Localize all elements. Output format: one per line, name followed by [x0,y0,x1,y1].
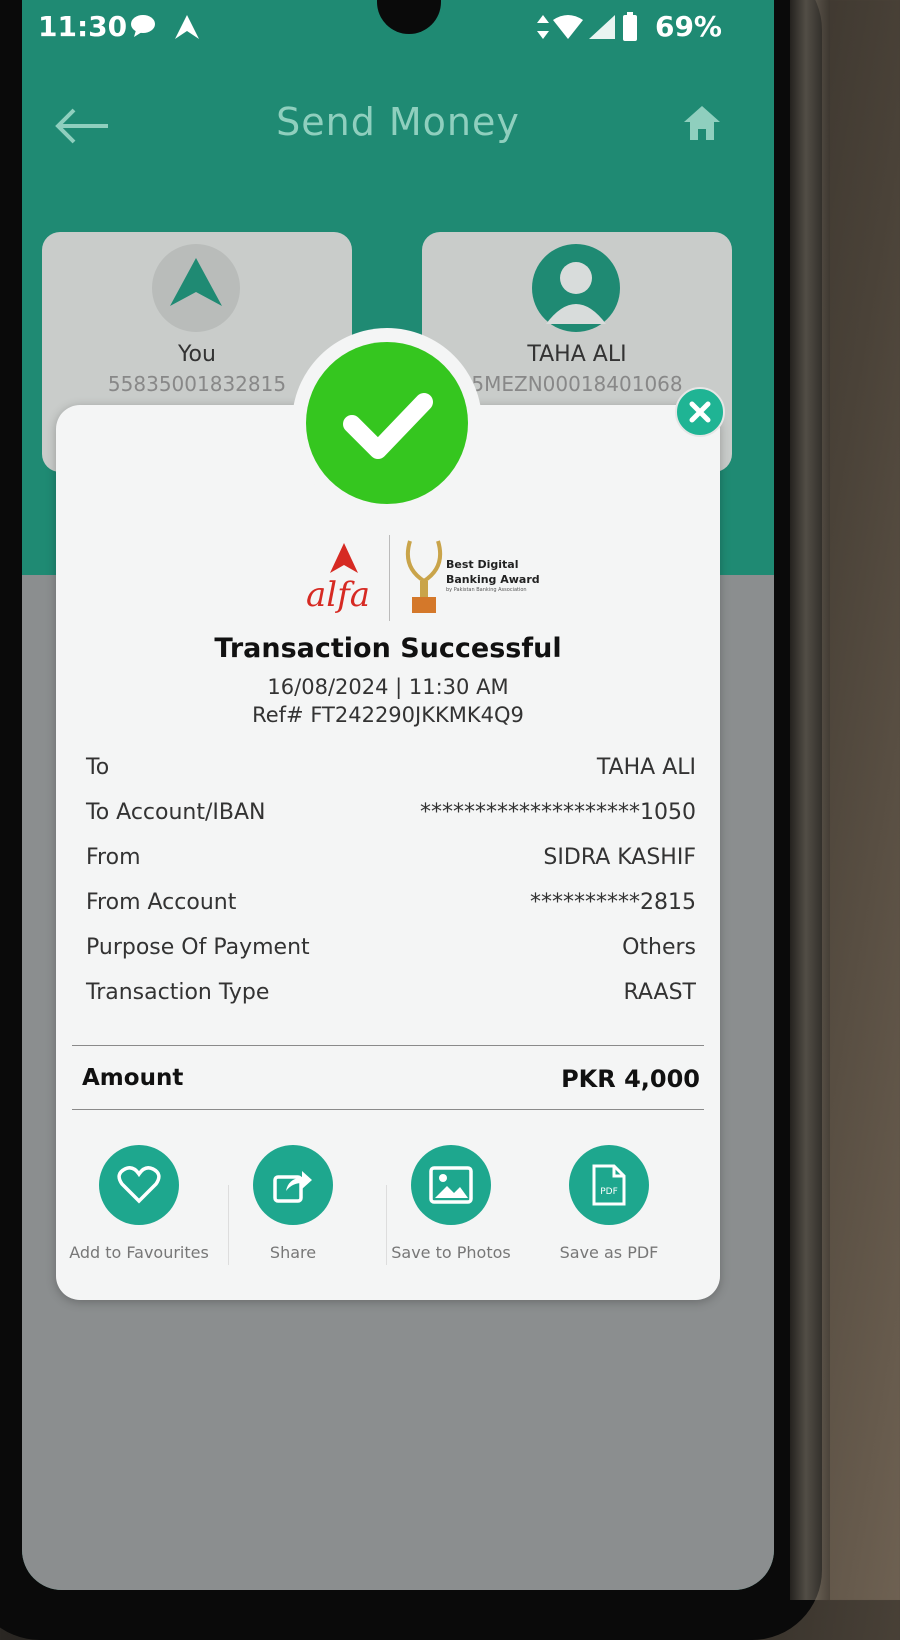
wifi-icon [552,14,584,44]
receipt-actions: Add to Favourites Share Save to Photos P… [56,1145,720,1275]
transaction-status-title: Transaction Successful [214,633,562,664]
transaction-details: To TAHA ALI To Account/IBAN **************… [86,755,696,1025]
detail-label: Purpose Of Payment [86,935,310,960]
detail-label: To [86,755,110,780]
alfa-logo-text: alfa [306,575,370,615]
detail-value: Others [622,935,696,960]
detail-label: To Account/IBAN [86,800,266,825]
share-icon [253,1145,333,1225]
share-label: Share [269,1243,317,1262]
add-to-favourites-label: Add to Favourites [69,1243,209,1262]
detail-label: From Account [86,890,237,915]
detail-value: SIDRA KASHIF [543,845,696,870]
detail-row: Transaction Type RAAST [86,980,696,1025]
close-icon[interactable] [675,387,725,437]
detail-row: Purpose Of Payment Others [86,935,696,980]
detail-row: To TAHA ALI [86,755,696,800]
save-as-pdf-button[interactable]: PDF Save as PDF [534,1145,684,1262]
brand-logos: alfa Best Digital Banking Award by Pakis… [306,535,546,625]
success-check-icon [306,342,468,504]
page-title: Send Money [276,100,520,144]
award-line-2: Banking Award [446,573,540,586]
save-as-pdf-label: Save as PDF [559,1243,659,1262]
logo-divider [389,535,390,621]
pdf-icon: PDF [569,1145,649,1225]
amount-top-divider [72,1045,704,1046]
award-title: Best Digital Banking Award [446,557,540,587]
phone-case-edge [790,0,830,1600]
detail-row: From SIDRA KASHIF [86,845,696,890]
photo-icon [411,1145,491,1225]
transaction-receipt-modal: alfa Best Digital Banking Award by Pakis… [56,405,720,1300]
status-bar: 11:30 69% [22,0,774,58]
amount-label: Amount [82,1065,184,1091]
detail-value: RAAST [623,980,696,1005]
transaction-datetime: 16/08/2024 | 11:30 AM [267,675,509,699]
alfa-notification-icon [174,14,200,44]
amount-value: PKR 4,000 [561,1065,700,1093]
recipient-avatar [532,244,620,332]
transaction-reference: Ref# FT242290JKKMK4Q9 [252,703,524,727]
sender-avatar [152,244,240,332]
share-button[interactable]: Share [218,1145,368,1262]
save-to-photos-button[interactable]: Save to Photos [376,1145,526,1262]
status-time: 11:30 [38,10,128,43]
award-line-1: Best Digital [446,558,519,571]
message-icon [130,14,156,42]
amount-bottom-divider [72,1109,704,1110]
detail-label: Transaction Type [86,980,270,1005]
detail-label: From [86,845,141,870]
detail-row: From Account **********2815 [86,890,696,935]
detail-row: To Account/IBAN ********************1050 [86,800,696,845]
signal-icon [588,14,616,44]
svg-text:PDF: PDF [600,1187,618,1197]
heart-icon [99,1145,179,1225]
add-to-favourites-button[interactable]: Add to Favourites [64,1145,214,1262]
battery-percent: 69% [654,10,722,43]
home-icon[interactable] [682,104,722,146]
recipient-name: TAHA ALI [527,342,627,367]
detail-value: ********************1050 [420,800,696,825]
alfa-logo-icon [330,543,358,573]
detail-value: **********2815 [530,890,696,915]
data-arrows-icon [536,14,550,44]
award-subtitle: by Pakistan Banking Association [446,587,527,593]
detail-value: TAHA ALI [596,755,696,780]
save-to-photos-label: Save to Photos [391,1243,511,1262]
battery-icon [622,12,638,46]
app-header: Send Money [22,80,774,170]
trophy-icon [405,540,443,613]
app-screen: 11:30 69% Send Money You 55835001832815 … [22,0,774,1590]
